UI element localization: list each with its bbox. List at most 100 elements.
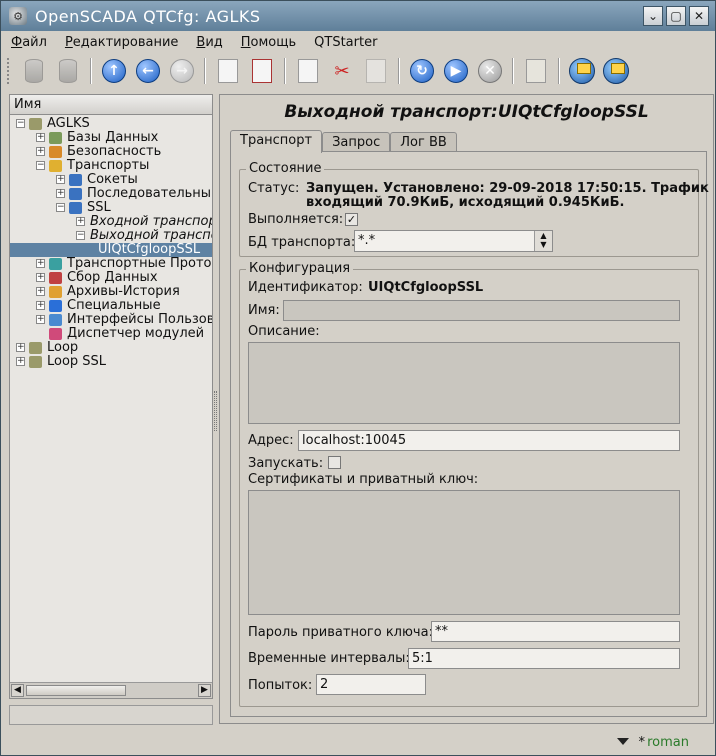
remote-station-button[interactable] (567, 56, 597, 86)
tree-item[interactable]: − Транспорты (10, 159, 212, 173)
panel-splitter[interactable] (214, 391, 217, 431)
name-field[interactable] (283, 300, 680, 321)
timings-label: Временные интервалы: (248, 651, 410, 666)
expand-icon[interactable]: + (16, 357, 25, 366)
back-icon: ← (136, 59, 160, 83)
tab-io-log[interactable]: Лог ВВ (390, 132, 457, 152)
tree-item[interactable]: − AGLKS (10, 117, 212, 131)
expand-icon[interactable]: + (16, 343, 25, 352)
toolbar: ↑ ← → ✂ ↻ ▶ ✕ (1, 53, 715, 89)
tree-item[interactable]: Диспетчер модулей (10, 327, 212, 341)
tree-item[interactable]: + Loop SSL (10, 355, 212, 369)
toolbar-grip[interactable] (7, 58, 11, 84)
paste-button[interactable] (361, 56, 391, 86)
menu-file[interactable]: Файл (11, 35, 47, 50)
collapse-icon[interactable]: − (16, 119, 25, 128)
collapse-icon[interactable]: − (76, 231, 85, 240)
tree-item[interactable]: + Безопасность (10, 145, 212, 159)
menu-help[interactable]: Помощь (241, 35, 296, 50)
add-item-button[interactable] (213, 56, 243, 86)
up-button[interactable]: ↑ (99, 56, 129, 86)
toolbar-separator (284, 58, 286, 84)
delete-item-button[interactable] (247, 56, 277, 86)
expand-icon[interactable]: + (36, 273, 45, 282)
copy-button[interactable] (293, 56, 323, 86)
description-field[interactable] (248, 342, 680, 424)
menu-edit[interactable]: Редактирование (65, 35, 178, 50)
db-select[interactable]: *.* ▲ ▼ (354, 230, 553, 252)
tree-item[interactable]: + Специальные (10, 299, 212, 313)
tree-item[interactable]: + Архивы-История (10, 285, 212, 299)
start-button[interactable]: ▶ (441, 56, 471, 86)
address-field[interactable]: localhost:10045 (298, 430, 680, 451)
expand-icon[interactable]: + (36, 259, 45, 268)
expand-icon[interactable]: + (36, 315, 45, 324)
tree-item[interactable]: + Входной транспор (10, 215, 212, 229)
menu-qtstarter[interactable]: QTStarter (314, 35, 377, 50)
refresh-button[interactable]: ↻ (407, 56, 437, 86)
content-panel: Выходной транспорт:UIQtCfgloopSSL Трансп… (219, 94, 714, 724)
db-load-button[interactable] (19, 56, 49, 86)
collapse-icon[interactable]: − (56, 203, 65, 212)
back-button[interactable]: ← (133, 56, 163, 86)
page-title: Выходной транспорт:UIQtCfgloopSSL (284, 102, 649, 122)
expand-icon[interactable]: + (56, 175, 65, 184)
attempts-field[interactable]: 2 (316, 674, 426, 695)
tree-header[interactable]: Имя (10, 95, 212, 115)
expand-icon[interactable]: + (56, 189, 65, 198)
scroll-left-icon[interactable]: ◀ (11, 684, 24, 697)
certificates-label: Сертификаты и приватный ключ: (248, 472, 479, 487)
tree-item[interactable]: + Сбор Данных (10, 271, 212, 285)
expand-icon[interactable]: + (36, 301, 45, 310)
select-arrows-icon: ▲ ▼ (534, 231, 552, 251)
maximize-button[interactable]: ▢ (666, 6, 686, 26)
manual-button[interactable] (521, 56, 551, 86)
tree-item[interactable]: + Интерфейсы Пользов (10, 313, 212, 327)
menu-help-label: омощь (250, 34, 297, 50)
cut-button[interactable]: ✂ (327, 56, 357, 86)
user-name[interactable]: roman (647, 735, 689, 750)
tree-item-label: Специальные (67, 298, 161, 313)
tree-item[interactable]: − SSL (10, 201, 212, 215)
tree-item[interactable]: + Базы Данных (10, 131, 212, 145)
close-button[interactable]: ✕ (689, 6, 709, 26)
cut-icon: ✂ (334, 60, 350, 82)
certificates-field[interactable] (248, 490, 680, 615)
horizontal-scrollbar[interactable]: ◀ ▶ (10, 682, 212, 698)
tree-item-label: Интерфейсы Пользов (67, 312, 212, 327)
minimize-button[interactable]: ⌄ (643, 6, 663, 26)
scroll-right-icon[interactable]: ▶ (198, 684, 211, 697)
tab-transport[interactable]: Транспорт (230, 130, 323, 153)
expand-icon[interactable]: + (36, 287, 45, 296)
expand-icon[interactable]: + (76, 217, 85, 226)
status-bar: * roman (1, 729, 715, 755)
tree-item[interactable]: UIQtCfgloopSSL (10, 243, 212, 257)
station-icon (29, 342, 42, 354)
menu-file-label: айл (22, 34, 47, 50)
forward-button[interactable]: → (167, 56, 197, 86)
remote-station2-button[interactable] (601, 56, 631, 86)
collapse-icon[interactable]: − (36, 161, 45, 170)
running-checkbox[interactable]: ✓ (345, 213, 358, 226)
dropdown-arrow-icon[interactable] (617, 738, 629, 745)
menu-file-accel: Ф (11, 34, 23, 50)
db-save-button[interactable] (53, 56, 83, 86)
tree-item[interactable]: + Транспортные Прото (10, 257, 212, 271)
scroll-thumb[interactable] (26, 685, 126, 696)
autostart-checkbox[interactable] (328, 456, 341, 469)
timings-field[interactable]: 5:1 (408, 648, 680, 669)
tree-item-label: Выходной транспо (90, 228, 212, 243)
tree-item[interactable]: + Сокеты (10, 173, 212, 187)
expand-icon[interactable]: + (36, 133, 45, 142)
tree-item[interactable]: + Последовательны (10, 187, 212, 201)
stop-button[interactable]: ✕ (475, 56, 505, 86)
menu-view[interactable]: Вид (196, 35, 222, 50)
tree-item[interactable]: + Loop (10, 341, 212, 355)
tab-request[interactable]: Запрос (322, 132, 391, 152)
title-bar[interactable]: ⚙ OpenSCADA QTCfg: AGLKS ⌄ ▢ ✕ (1, 1, 715, 31)
toolbar-separator (204, 58, 206, 84)
expand-icon[interactable]: + (36, 147, 45, 156)
pkey-password-field[interactable]: ** (431, 621, 680, 642)
tree-item[interactable]: − Выходной транспо (10, 229, 212, 243)
tree-item-label: UIQtCfgloopSSL (98, 242, 201, 257)
